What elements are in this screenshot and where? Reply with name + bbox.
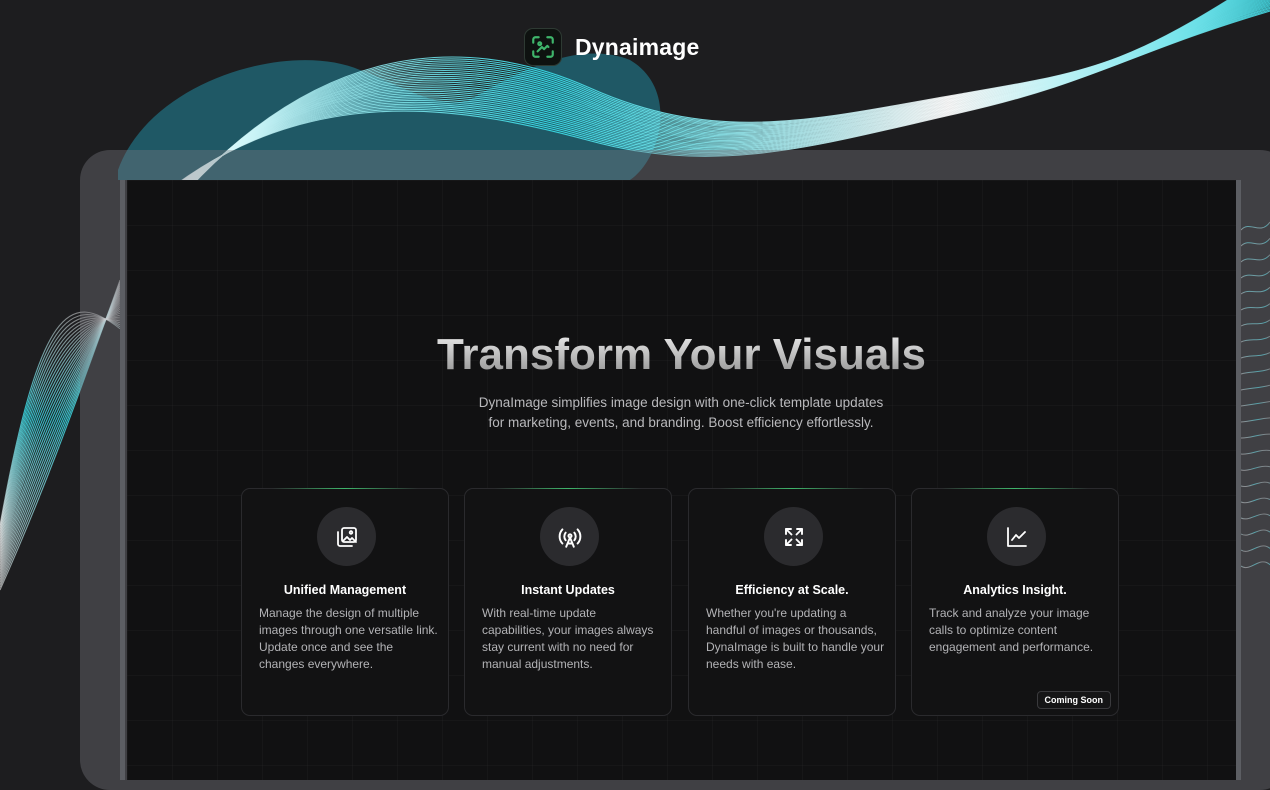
feature-description: With real-time update capabilities, your… bbox=[482, 606, 654, 671]
feature-description: Whether you're updating a handful of ima… bbox=[706, 606, 885, 671]
image-gallery-icon bbox=[317, 507, 376, 566]
screen-bezel-right bbox=[1236, 180, 1241, 780]
feature-card-instant-updates: Instant Updates With real-time update ca… bbox=[464, 488, 672, 716]
broadcast-antenna-icon bbox=[540, 507, 599, 566]
feature-title: Efficiency at Scale. bbox=[735, 583, 849, 597]
expand-arrows-icon bbox=[764, 507, 823, 566]
coming-soon-badge: Coming Soon bbox=[1036, 691, 1111, 709]
card-top-glow bbox=[942, 488, 1088, 489]
feature-card-unified-management: Unified Management Manage the design of … bbox=[241, 488, 449, 716]
brand-logo[interactable]: Dynaimage bbox=[524, 27, 700, 67]
hero-title: Transform Your Visuals bbox=[127, 330, 1236, 380]
screen-bezel-left bbox=[120, 180, 125, 780]
feature-card-analytics-insight: Analytics Insight. Track and analyze you… bbox=[911, 488, 1119, 716]
feature-title: Analytics Insight. bbox=[963, 583, 1067, 597]
feature-description: Manage the design of multiple images thr… bbox=[259, 606, 438, 671]
card-top-glow bbox=[495, 488, 641, 489]
feature-title: Unified Management bbox=[283, 583, 407, 597]
line-chart-icon bbox=[987, 507, 1046, 566]
scan-image-icon bbox=[524, 28, 562, 66]
hero-subtitle: DynaImage simplifies image design with o… bbox=[478, 395, 884, 430]
brand-name: Dynaimage bbox=[575, 33, 700, 60]
feature-description: Track and analyze your image calls to op… bbox=[929, 606, 1094, 654]
card-top-glow bbox=[272, 488, 418, 489]
card-top-glow bbox=[719, 488, 865, 489]
feature-card-efficiency-at-scale: Efficiency at Scale. Whether you're upda… bbox=[688, 488, 896, 716]
feature-title: Instant Updates bbox=[521, 583, 615, 597]
